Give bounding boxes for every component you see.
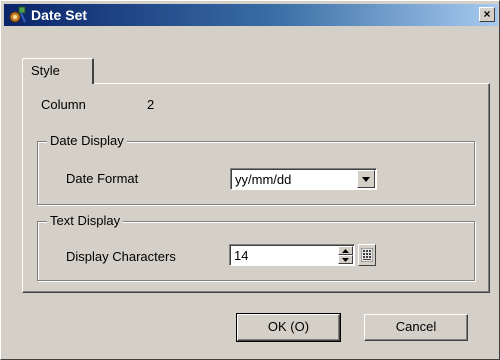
date-set-dialog: Date Set × Style Column 2 Date Display D… — [0, 0, 500, 360]
display-characters-label: Display Characters — [66, 249, 176, 264]
close-button[interactable]: × — [479, 7, 495, 22]
spin-down-button[interactable] — [338, 255, 353, 264]
cancel-button[interactable]: Cancel — [364, 314, 468, 341]
spin-up-button[interactable] — [338, 246, 353, 255]
arrow-down-icon — [342, 258, 349, 262]
tab-style-label: Style — [31, 63, 60, 78]
column-label: Column — [41, 97, 86, 112]
dropdown-button[interactable] — [357, 170, 375, 188]
date-format-value: yy/mm/dd — [235, 172, 292, 187]
ok-button[interactable]: OK (O) — [236, 313, 341, 342]
gear-tools-icon — [9, 6, 27, 24]
tab-style[interactable]: Style — [22, 58, 94, 84]
text-display-group-title: Text Display — [47, 213, 124, 228]
keypad-button[interactable] — [358, 244, 376, 266]
display-characters-value: 14 — [234, 248, 249, 263]
date-display-group-title: Date Display — [47, 133, 127, 148]
date-format-select[interactable]: yy/mm/dd — [230, 168, 377, 190]
window-title: Date Set — [31, 7, 88, 23]
display-characters-stepper[interactable]: 14 — [229, 244, 355, 266]
title-bar[interactable]: Date Set × — [4, 4, 498, 26]
date-format-label: Date Format — [66, 171, 139, 186]
close-icon: × — [483, 7, 491, 21]
column-value: 2 — [147, 97, 155, 112]
arrow-up-icon — [342, 249, 349, 253]
chevron-down-icon — [362, 177, 370, 182]
keypad-icon — [361, 248, 373, 262]
